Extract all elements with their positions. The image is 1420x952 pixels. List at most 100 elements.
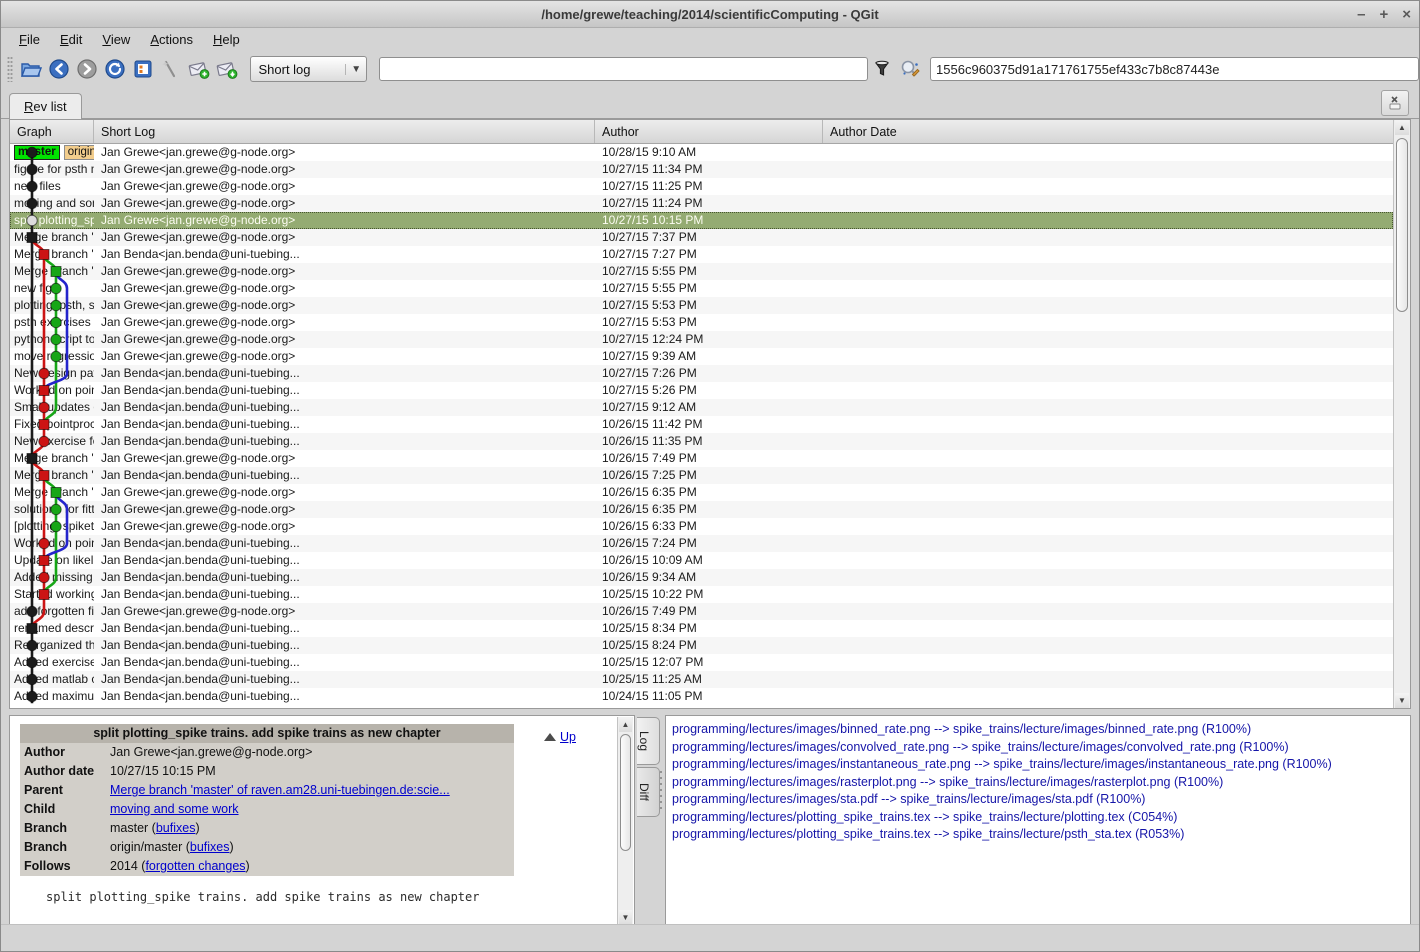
- vertical-splitter-handle[interactable]: [659, 769, 663, 813]
- detail-field-link[interactable]: Merge branch 'master' of raven.am28.uni-…: [110, 783, 450, 797]
- table-row[interactable]: move regression code from statistics to …: [10, 348, 1393, 365]
- table-row[interactable]: Merge branch 'master' of raven:scientifi…: [10, 246, 1393, 263]
- file-rename-entry[interactable]: programming/lectures/images/rasterplot.p…: [672, 774, 1410, 792]
- table-row[interactable]: Merge branch 'master' of raven:scientifi…: [10, 467, 1393, 484]
- file-rename-entry[interactable]: programming/lectures/plotting_spike_trai…: [672, 809, 1410, 827]
- search-input[interactable]: [379, 57, 868, 81]
- detail-field-label: Author date: [20, 762, 110, 781]
- up-button[interactable]: Up: [544, 730, 576, 744]
- save-patch-button[interactable]: [185, 55, 213, 83]
- up-link[interactable]: Up: [560, 730, 576, 744]
- wand-button[interactable]: [157, 55, 185, 83]
- filter-button[interactable]: [868, 55, 896, 83]
- detail-scroll-up[interactable]: ▲: [619, 717, 632, 732]
- scroll-up-button[interactable]: ▲: [1395, 120, 1409, 135]
- table-row[interactable]: Worked on pointprocess exercisesJan Bend…: [10, 382, 1393, 399]
- detail-field-link[interactable]: forgotten changes: [145, 859, 245, 873]
- header-author-date[interactable]: Author Date: [823, 120, 1410, 143]
- close-button[interactable]: ×: [1402, 7, 1411, 22]
- detail-field-link[interactable]: moving and some work: [110, 802, 239, 816]
- table-row[interactable]: moving and some workJan Grewe<jan.grewe@…: [10, 195, 1393, 212]
- table-row[interactable]: Fixed pointprocess scriptJan Benda<jan.b…: [10, 416, 1393, 433]
- menu-edit[interactable]: Edit: [50, 29, 92, 50]
- commit-subject: Small updates on pointprocesses: [14, 400, 94, 414]
- commit-date: 10/26/15 7:49 PM: [595, 603, 823, 620]
- table-row[interactable]: python script to create firing rates in …: [10, 331, 1393, 348]
- title-bar[interactable]: /home/grewe/teaching/2014/scientificComp…: [1, 1, 1419, 28]
- table-row[interactable]: psth exercisesJan Grewe<jan.grewe@g-node…: [10, 314, 1393, 331]
- detail-scrollbar[interactable]: ▲ ▼: [617, 717, 633, 925]
- scroll-down-button[interactable]: ▼: [1395, 693, 1409, 708]
- commit-date: 10/27/15 9:39 AM: [595, 348, 823, 365]
- commit-author: Jan Benda<jan.benda@uni-tuebing...: [94, 416, 595, 433]
- header-author[interactable]: Author: [595, 120, 823, 143]
- table-row[interactable]: figure for psth method comparsion, some …: [10, 161, 1393, 178]
- table-row[interactable]: renamed descriptive-statisticsJan Benda<…: [10, 620, 1393, 637]
- refresh-button[interactable]: [101, 55, 129, 83]
- detail-field-link[interactable]: bufixes: [156, 821, 196, 835]
- sha-input[interactable]: [930, 57, 1419, 81]
- file-rename-entry[interactable]: programming/lectures/plotting_spike_trai…: [672, 826, 1410, 844]
- table-row[interactable]: Added matlab code to mle chapterJan Bend…: [10, 671, 1393, 688]
- table-row[interactable]: Worked on point process scriptJan Benda<…: [10, 535, 1393, 552]
- commit-author: Jan Grewe<jan.grewe@g-node.org>: [94, 314, 595, 331]
- table-row[interactable]: Small updates on pointprocessesJan Benda…: [10, 399, 1393, 416]
- open-repo-button[interactable]: [17, 55, 45, 83]
- apply-patch-button[interactable]: [213, 55, 241, 83]
- detail-scroll-thumb[interactable]: [620, 734, 631, 851]
- table-row[interactable]: New exercise for point processesJan Bend…: [10, 433, 1393, 450]
- menu-actions[interactable]: Actions: [140, 29, 203, 50]
- tab-diff[interactable]: Diff: [637, 767, 660, 817]
- table-row[interactable]: Added maximum likelihood chapterJan Bend…: [10, 688, 1393, 705]
- table-row[interactable]: solutions for fitting exercisesJan Grewe…: [10, 501, 1393, 518]
- menu-view[interactable]: View: [92, 29, 140, 50]
- header-short-log[interactable]: Short Log: [94, 120, 595, 143]
- table-row[interactable]: plotting, psth, sta lectureJan Grewe<jan…: [10, 297, 1393, 314]
- table-row[interactable]: new figsJan Grewe<jan.grewe@g-node.org>1…: [10, 280, 1393, 297]
- table-row[interactable]: new filesJan Grewe<jan.grewe@g-node.org>…: [10, 178, 1393, 195]
- commit-date: 10/26/15 10:09 AM: [595, 552, 823, 569]
- scroll-thumb[interactable]: [1396, 138, 1408, 312]
- close-tab-button[interactable]: [1381, 90, 1409, 116]
- commit-author: Jan Grewe<jan.grewe@g-node.org>: [94, 450, 595, 467]
- table-row[interactable]: [plotting, spiketrains] extended plottin…: [10, 518, 1393, 535]
- commit-author: Jan Benda<jan.benda@uni-tuebing...: [94, 569, 595, 586]
- header-graph[interactable]: Graph: [10, 120, 94, 143]
- log-view-select[interactable]: Short log ▼: [250, 56, 367, 82]
- tab-diff-label: Diff: [637, 783, 651, 801]
- toolbar-drag-handle[interactable]: [7, 56, 13, 82]
- view-mode-button[interactable]: [129, 55, 157, 83]
- table-row[interactable]: Reorganized the folders and started a co…: [10, 637, 1393, 654]
- file-rename-entry[interactable]: programming/lectures/images/binned_rate.…: [672, 721, 1410, 739]
- menu-bar: File Edit View Actions Help: [1, 27, 1419, 51]
- table-row[interactable]: Added missing files.Jan Benda<jan.benda@…: [10, 569, 1393, 586]
- back-button[interactable]: [45, 55, 73, 83]
- detail-field-label: Branch: [20, 838, 110, 857]
- file-rename-entry[interactable]: programming/lectures/images/convolved_ra…: [672, 739, 1410, 757]
- table-row[interactable]: add forgotten figureJan Grewe<jan.grewe@…: [10, 603, 1393, 620]
- menu-file[interactable]: File: [9, 29, 50, 50]
- table-row[interactable]: Merge branch 'master' of raven.am28.uni-…: [10, 229, 1393, 246]
- table-row[interactable]: Merge branch 'master' of raven.am28.uni-…: [10, 484, 1393, 501]
- tab-rev-list[interactable]: Rev list: [9, 93, 82, 119]
- tab-log[interactable]: Log: [637, 717, 660, 765]
- table-row[interactable]: Merge branch 'master' of raven.am28.uni-…: [10, 450, 1393, 467]
- table-row[interactable]: split plotting_spike trains. add spike t…: [10, 212, 1393, 229]
- maximize-button[interactable]: +: [1379, 7, 1388, 22]
- revlist-scrollbar[interactable]: ▲ ▼: [1393, 120, 1410, 708]
- file-rename-entry[interactable]: programming/lectures/images/instantaneou…: [672, 756, 1410, 774]
- table-row[interactable]: New design pattern chapter. Next exercis…: [10, 365, 1393, 382]
- highlight-search-button[interactable]: [896, 55, 924, 83]
- table-row[interactable]: Merge branch 'master' of raven.am28.uni-…: [10, 263, 1393, 280]
- table-row[interactable]: Added exercises for mleJan Benda<jan.ben…: [10, 654, 1393, 671]
- table-row[interactable]: Started working on pointprocessesJan Ben…: [10, 586, 1393, 603]
- table-row[interactable]: Update on likelihood exercisesJan Benda<…: [10, 552, 1393, 569]
- minimize-button[interactable]: –: [1357, 7, 1365, 22]
- detail-scroll-down[interactable]: ▼: [619, 910, 632, 925]
- commit-author: Jan Benda<jan.benda@uni-tuebing...: [94, 433, 595, 450]
- file-rename-entry[interactable]: programming/lectures/images/sta.pdf --> …: [672, 791, 1410, 809]
- menu-help[interactable]: Help: [203, 29, 250, 50]
- forward-button[interactable]: [73, 55, 101, 83]
- table-row[interactable]: masterorigin/masterbufixesJan Grewe<jan.…: [10, 144, 1393, 161]
- detail-field-link[interactable]: bufixes: [190, 840, 230, 854]
